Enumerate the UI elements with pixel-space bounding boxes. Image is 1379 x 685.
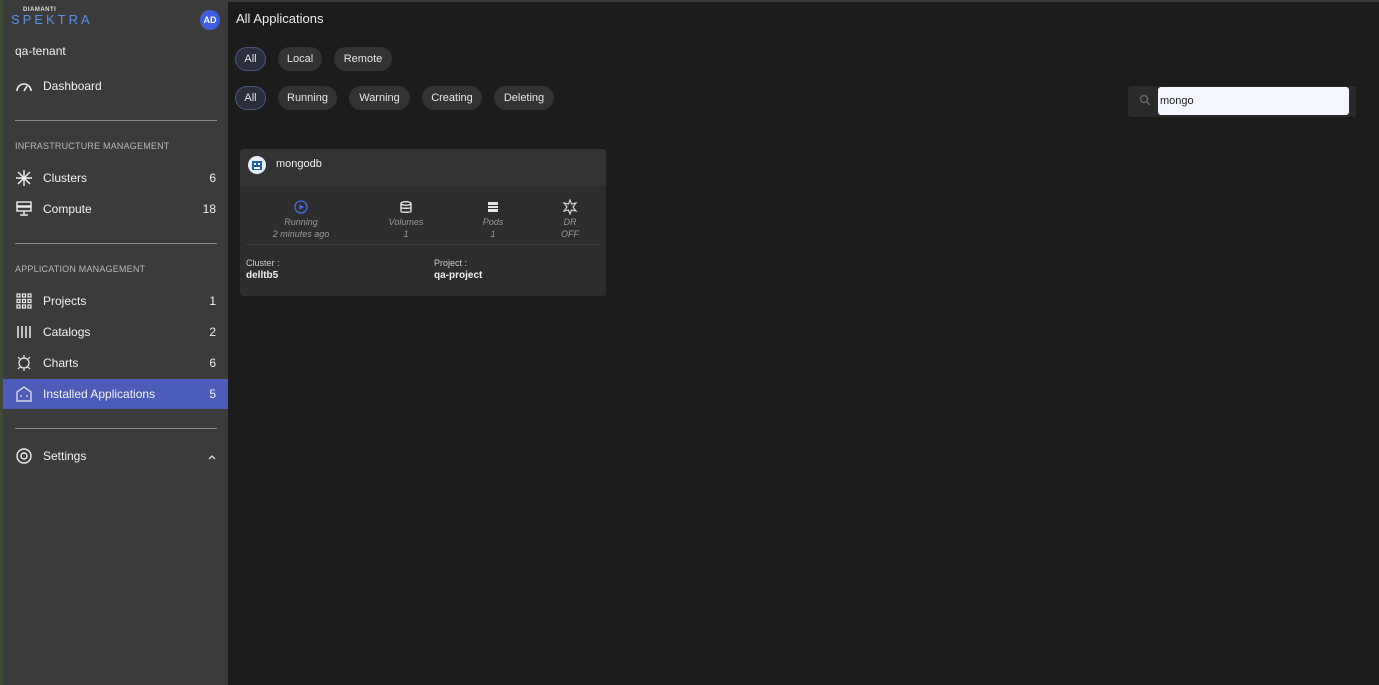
sidebar-divider [15,120,217,121]
sidebar-item-installed-applications[interactable]: Installed Applications 5 [3,379,228,409]
app-status: Running 2 minutes ago [268,199,334,240]
spektra-logo[interactable]: DIAMANTI SPEKTRA [11,7,93,27]
location-filter-local[interactable]: Local [278,47,322,71]
sidebar-item-count: 18 [202,202,216,216]
status-text: Running [284,217,318,227]
disaster-recovery-icon [555,199,585,215]
database-icon [381,199,431,215]
card-divider [246,244,600,245]
helm-charts-icon [15,354,33,372]
location-filter-all[interactable]: All [235,47,266,71]
status-filter-creating[interactable]: Creating [422,86,482,110]
sidebar-item-label: Charts [43,356,79,370]
volumes-value: 1 [403,229,409,239]
page-title: All Applications [236,11,324,26]
sidebar-item-compute[interactable]: Compute 18 [3,194,228,224]
project-label: Project : [434,258,468,268]
status-filter-all[interactable]: All [235,86,266,110]
avatar[interactable]: AD [200,10,220,30]
search-input[interactable] [1158,87,1349,115]
sidebar-item-charts[interactable]: Charts 6 [3,348,228,378]
sidebar-item-count: 2 [209,325,216,339]
cluster-value: delltb5 [246,270,279,281]
running-play-icon [268,199,334,215]
volumes-label: Volumes [388,217,424,227]
catalogs-icon [15,323,33,341]
sidebar-item-count: 6 [209,356,216,370]
sidebar-item-label: Compute [43,202,92,216]
sidebar-item-settings[interactable]: Settings [3,441,228,471]
sidebar-item-label: Dashboard [43,79,102,93]
tenant-name[interactable]: qa-tenant [15,44,66,58]
app-card[interactable]: mongodb Running 2 minutes ago Volumes 1 … [240,149,606,296]
sidebar: DIAMANTI SPEKTRA AD qa-tenant Dashboard … [3,1,228,685]
sidebar-item-label: Settings [43,449,87,463]
search-box [1128,86,1356,117]
installed-apps-icon [15,385,33,403]
dashboard-gauge-icon [15,77,33,95]
app-name[interactable]: mongodb [276,158,322,170]
sidebar-item-count: 6 [209,171,216,185]
logo-product-text: SPEKTRA [11,12,93,27]
projects-icon [15,292,33,310]
sidebar-item-label: Installed Applications [43,387,156,401]
search-icon [1139,93,1151,111]
app-pods: Pods 1 [478,199,508,240]
pods-value: 1 [490,229,496,239]
dr-value: OFF [561,229,579,239]
sidebar-item-label: Clusters [43,171,88,185]
clusters-icon [15,169,33,187]
chevron-up-icon[interactable] [186,449,216,463]
sidebar-item-dashboard[interactable]: Dashboard [3,71,228,101]
status-time: 2 minutes ago [272,229,330,239]
dr-label: DR [563,217,577,227]
application-icon [248,156,266,174]
app-dr: DR OFF [555,199,585,240]
sidebar-item-label: Catalogs [43,325,91,339]
gear-icon [15,447,33,465]
cluster-label: Cluster : [246,258,280,268]
sidebar-item-count: 5 [209,387,216,401]
sidebar-item-projects[interactable]: Projects 1 [3,286,228,316]
compute-icon [15,200,33,218]
app-card-header: mongodb [240,149,606,186]
sidebar-divider [15,243,217,244]
app-section-label: APPLICATION MANAGEMENT [15,264,146,274]
sidebar-item-label: Projects [43,294,87,308]
sidebar-item-count: 1 [209,294,216,308]
status-filter-deleting[interactable]: Deleting [494,86,554,110]
pods-label: Pods [482,217,504,227]
infra-section-label: INFRASTRUCTURE MANAGEMENT [15,141,170,151]
sidebar-item-catalogs[interactable]: Catalogs 2 [3,317,228,347]
pods-icon [478,199,508,215]
app-volumes: Volumes 1 [381,199,431,240]
status-filter-running[interactable]: Running [278,86,337,110]
location-filter-remote[interactable]: Remote [334,47,392,71]
project-value: qa-project [434,270,483,281]
status-filter-warning[interactable]: Warning [349,86,410,110]
sidebar-divider [15,428,217,429]
sidebar-item-clusters[interactable]: Clusters 6 [3,163,228,193]
